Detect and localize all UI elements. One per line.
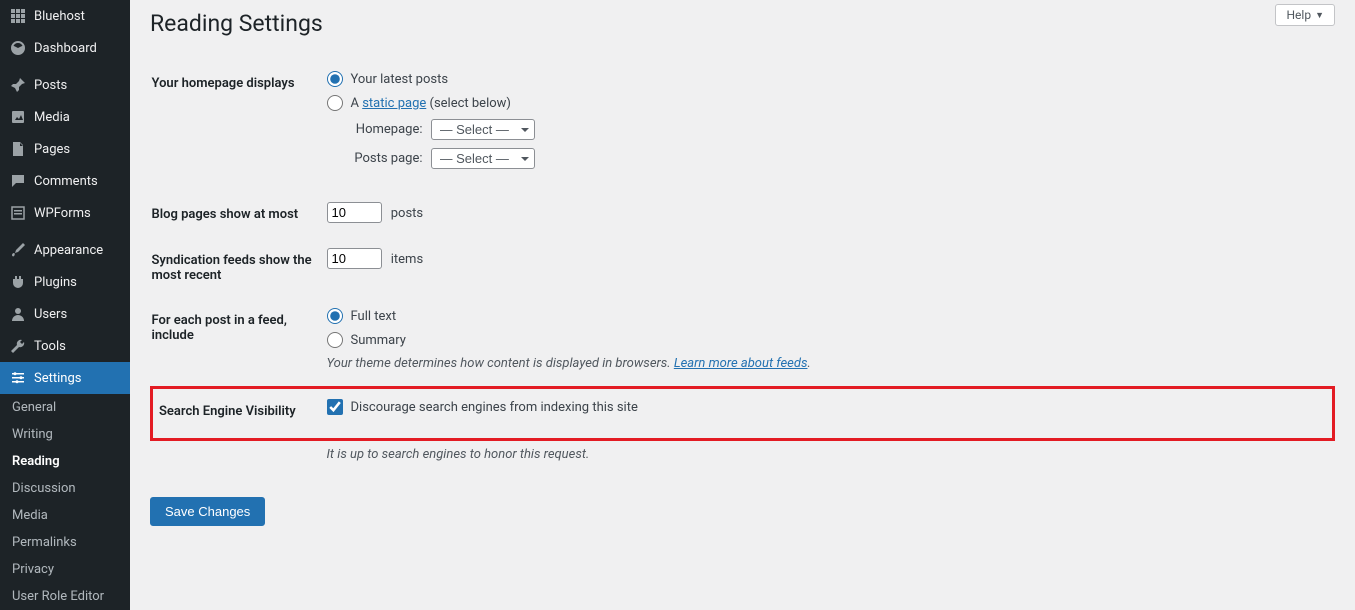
static-suffix: (select below) [426,96,511,111]
submenu-writing[interactable]: Writing [0,421,130,448]
grid-icon [10,8,26,24]
syndication-suffix: items [391,252,423,267]
sidebar-label: Users [34,307,67,322]
feed-include-label: For each post in a feed, include [152,298,327,388]
sidebar-label: Plugins [34,275,77,290]
submenu-discussion[interactable]: Discussion [0,475,130,502]
learn-more-feeds-link[interactable]: Learn more about feeds [674,356,808,371]
sidebar-item-dashboard[interactable]: Dashboard [0,32,130,64]
discourage-checkbox-label: Discourage search engines from indexing … [351,400,638,415]
sidebar-item-bluehost[interactable]: Bluehost [0,0,130,32]
help-tab[interactable]: Help ▼ [1275,4,1335,26]
search-visibility-label: Search Engine Visibility [152,388,327,440]
chevron-down-icon: ▼ [1315,10,1324,21]
submenu-reading[interactable]: Reading [0,448,130,475]
submenu-permalinks[interactable]: Permalinks [0,529,130,556]
page-title: Reading Settings [150,10,1335,37]
search-visibility-desc: It is up to search engines to honor this… [327,447,1324,462]
save-changes-button[interactable]: Save Changes [150,497,265,526]
sidebar-label: Pages [34,142,70,157]
sidebar-label: Appearance [34,243,103,258]
sidebar-item-posts[interactable]: Posts [0,69,130,101]
static-prefix: A [351,96,363,111]
static-page-link[interactable]: static page [362,96,426,111]
sidebar-item-appearance[interactable]: Appearance [0,234,130,266]
submenu-media[interactable]: Media [0,502,130,529]
radio-static-page-label: A static page (select below) [351,96,511,111]
submenu-general[interactable]: General [0,394,130,421]
discourage-checkbox[interactable] [327,399,343,415]
dashboard-icon [10,40,26,56]
sidebar-item-settings[interactable]: Settings [0,362,130,394]
sidebar-label: Comments [34,174,98,189]
page-icon [10,141,26,157]
radio-summary-label: Summary [351,333,406,348]
sidebar-label: Dashboard [34,41,97,56]
radio-latest-posts[interactable] [327,71,343,87]
sidebar-label: Bluehost [34,9,85,24]
postspage-select[interactable]: — Select — [431,148,535,169]
radio-latest-posts-label: Your latest posts [351,72,449,87]
comment-icon [10,173,26,189]
help-label: Help [1286,8,1311,22]
sidebar-item-tools[interactable]: Tools [0,330,130,362]
pin-icon [10,77,26,93]
form-icon [10,205,26,221]
homepage-select-label: Homepage: [343,122,423,137]
blog-pages-input[interactable] [327,202,382,223]
main-content: Help ▼ Reading Settings Your homepage di… [130,0,1355,610]
submenu-privacy[interactable]: Privacy [0,556,130,583]
radio-full-text[interactable] [327,308,343,324]
homepage-displays-label: Your homepage displays [152,61,327,192]
sidebar-label: Posts [34,78,67,93]
brush-icon [10,242,26,258]
sidebar-item-wpforms[interactable]: WPForms [0,197,130,229]
sidebar-label: Media [34,110,70,125]
sidebar-label: WPForms [34,206,91,221]
radio-full-text-label: Full text [351,309,397,324]
sidebar-label: Settings [34,371,81,386]
sliders-icon [10,370,26,386]
sidebar-label: Tools [34,339,66,354]
blog-pages-suffix: posts [391,206,423,221]
syndication-input[interactable] [327,248,382,269]
sidebar-item-pages[interactable]: Pages [0,133,130,165]
radio-static-page[interactable] [327,95,343,111]
homepage-select[interactable]: — Select — [431,119,535,140]
submenu-user-role-editor[interactable]: User Role Editor [0,583,130,610]
blog-pages-label: Blog pages show at most [152,192,327,238]
sidebar-item-users[interactable]: Users [0,298,130,330]
media-icon [10,109,26,125]
user-icon [10,306,26,322]
feed-desc-suffix: . [807,356,810,371]
feed-description: Your theme determines how content is dis… [327,356,1324,371]
plug-icon [10,274,26,290]
postspage-select-label: Posts page: [343,151,423,166]
radio-summary[interactable] [327,332,343,348]
admin-sidebar: Bluehost Dashboard Posts Media Pages Com… [0,0,130,610]
sidebar-item-media[interactable]: Media [0,101,130,133]
wrench-icon [10,338,26,354]
feed-desc-prefix: Your theme determines how content is dis… [327,356,674,371]
sidebar-item-plugins[interactable]: Plugins [0,266,130,298]
sidebar-item-comments[interactable]: Comments [0,165,130,197]
syndication-label: Syndication feeds show the most recent [152,238,327,298]
